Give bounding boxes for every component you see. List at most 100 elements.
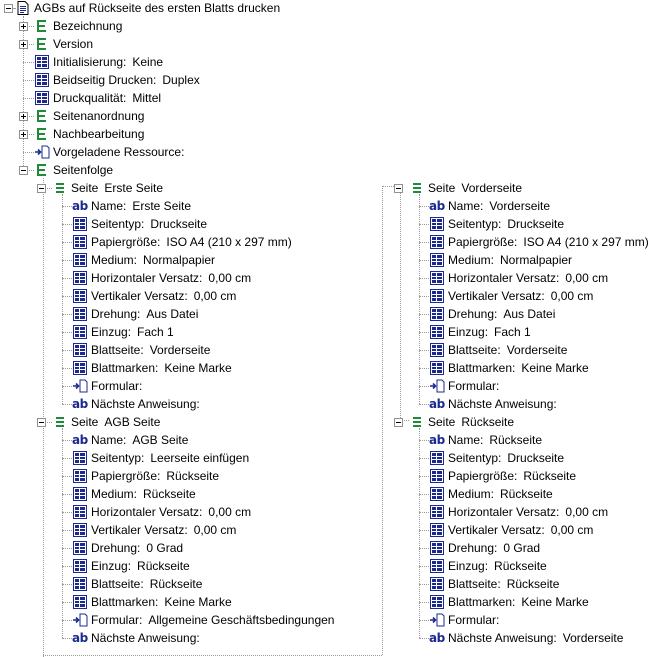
page-1-property-seitentyp[interactable]: Seitentyp: Druckseite xyxy=(72,216,207,232)
tree-node-seitenanordnung[interactable]: Seitenanordnung xyxy=(34,108,144,124)
page-3-property-nächsteanweisung[interactable]: ab Nächste Anweisung: xyxy=(429,396,557,412)
page-2-property-seitentyp[interactable]: Seitentyp: Leerseite einfügen xyxy=(72,450,249,466)
node-value: AGB Seite xyxy=(132,433,189,447)
collapse-button[interactable] xyxy=(394,184,403,193)
property-grid-icon xyxy=(429,594,445,610)
property-grid-icon xyxy=(72,576,88,592)
page-3-property-blattseite[interactable]: Blattseite: Vorderseite xyxy=(429,342,567,358)
page-1-property-vertikalerversatz[interactable]: Vertikaler Versatz: 0,00 cm xyxy=(72,288,236,304)
tree-connector xyxy=(62,350,72,351)
page-4-property-formular[interactable]: Formular: xyxy=(429,612,499,628)
page-2-property-nächsteanweisung[interactable]: ab Nächste Anweisung: xyxy=(72,630,200,646)
collapse-button[interactable] xyxy=(37,418,46,427)
node-value: Keine Marke xyxy=(521,361,589,375)
property-grid-icon xyxy=(429,486,445,502)
tree-connector xyxy=(62,530,72,531)
page-4-property-vertikalerversatz[interactable]: Vertikaler Versatz: 0,00 cm xyxy=(429,522,593,538)
page-1-property-blattmarken[interactable]: Blattmarken: Keine Marke xyxy=(72,360,232,376)
page-4-property-nächsteanweisung[interactable]: ab Nächste Anweisung: Vorderseite xyxy=(429,630,623,646)
page-3-property-papiergröße[interactable]: Papiergröße: ISO A4 (210 x 297 mm) xyxy=(429,234,649,250)
tree-connector xyxy=(62,332,72,333)
node-label: Horizontaler Versatz: xyxy=(448,271,560,285)
page-3-property-vertikalerversatz[interactable]: Vertikaler Versatz: 0,00 cm xyxy=(429,288,593,304)
expand-button[interactable] xyxy=(19,40,28,49)
page-1-property-medium[interactable]: Medium: Normalpapier xyxy=(72,252,215,268)
expand-button[interactable] xyxy=(19,130,28,139)
page-2-property-vertikalerversatz[interactable]: Vertikaler Versatz: 0,00 cm xyxy=(72,522,236,538)
page-4-property-seitentyp[interactable]: Seitentyp: Druckseite xyxy=(429,450,564,466)
property-grid-icon xyxy=(429,252,445,268)
tree-connector xyxy=(419,638,429,639)
node-label: Vertikaler Versatz: xyxy=(91,289,188,303)
page-3-property-blattmarken[interactable]: Blattmarken: Keine Marke xyxy=(429,360,589,376)
node-value: Vorderseite xyxy=(149,343,211,357)
resource-link-icon xyxy=(72,378,88,394)
property-grid-icon xyxy=(72,234,88,250)
page-3-property-formular[interactable]: Formular: xyxy=(429,378,499,394)
node-label: Blattmarken: xyxy=(91,595,159,609)
node-value: Keine Marke xyxy=(164,361,232,375)
node-value: Erste Seite xyxy=(132,199,192,213)
page-2-property-einzug[interactable]: Einzug: Rückseite xyxy=(72,558,190,574)
page-4-property-blattseite[interactable]: Blattseite: Rückseite xyxy=(429,576,559,592)
page-1-property-formular[interactable]: Formular: xyxy=(72,378,142,394)
collapse-button[interactable] xyxy=(4,4,13,13)
page-2-property-drehung[interactable]: Drehung: 0 Grad xyxy=(72,540,183,556)
node-label: Blattmarken: xyxy=(91,361,159,375)
collapse-button[interactable] xyxy=(37,184,46,193)
tree-node-initialisierung[interactable]: Initialisierung: Keine xyxy=(34,54,163,70)
page-1-property-drehung[interactable]: Drehung: Aus Datei xyxy=(72,306,198,322)
tree-connector xyxy=(419,242,429,243)
page-3-property-horizontalerversatz[interactable]: Horizontaler Versatz: 0,00 cm xyxy=(429,270,608,286)
tree-root-node[interactable]: AGBs auf Rückseite des ersten Blatts dru… xyxy=(15,0,280,16)
tree-connector xyxy=(62,296,72,297)
property-grid-icon xyxy=(34,54,50,70)
node-label: Blattmarken: xyxy=(448,361,516,375)
page-2-property-formular[interactable]: Formular: Allgemeine Geschäftsbedingungen xyxy=(72,612,334,628)
page-1-property-blattseite[interactable]: Blattseite: Vorderseite xyxy=(72,342,210,358)
page-4-property-name[interactable]: ab Name: Rückseite xyxy=(429,432,542,448)
collapse-button[interactable] xyxy=(19,166,28,175)
page-node-1[interactable]: Seite Erste Seite xyxy=(52,180,163,196)
page-1-property-einzug[interactable]: Einzug: Fach 1 xyxy=(72,324,174,340)
page-4-property-horizontalerversatz[interactable]: Horizontaler Versatz: 0,00 cm xyxy=(429,504,608,520)
page-4-property-papiergröße[interactable]: Papiergröße: Rückseite xyxy=(429,468,576,484)
tree-node-bezeichnung[interactable]: Bezeichnung xyxy=(34,18,122,34)
property-grid-icon xyxy=(72,360,88,376)
tree-connector xyxy=(419,296,429,297)
node-value: Keine Marke xyxy=(521,595,589,609)
page-1-property-horizontalerversatz[interactable]: Horizontaler Versatz: 0,00 cm xyxy=(72,270,251,286)
page-4-property-einzug[interactable]: Einzug: Rückseite xyxy=(429,558,547,574)
property-grid-icon xyxy=(34,90,50,106)
expand-button[interactable] xyxy=(19,112,28,121)
tree-node-beidseitigdrucken[interactable]: Beidseitig Drucken: Duplex xyxy=(34,72,200,88)
page-4-property-medium[interactable]: Medium: Rückseite xyxy=(429,486,553,502)
page-3-property-einzug[interactable]: Einzug: Fach 1 xyxy=(429,324,531,340)
page-3-property-drehung[interactable]: Drehung: Aus Datei xyxy=(429,306,555,322)
expand-button[interactable] xyxy=(19,22,28,31)
page-2-property-name[interactable]: ab Name: AGB Seite xyxy=(72,432,188,448)
tree-node-vorgeladeneressource[interactable]: Vorgeladene Ressource: xyxy=(34,144,184,160)
tree-node-nachbearbeitung[interactable]: Nachbearbeitung xyxy=(34,126,144,142)
page-3-property-medium[interactable]: Medium: Normalpapier xyxy=(429,252,572,268)
node-value: Aus Datei xyxy=(503,307,556,321)
page-3-property-seitentyp[interactable]: Seitentyp: Druckseite xyxy=(429,216,564,232)
page-2-property-horizontalerversatz[interactable]: Horizontaler Versatz: 0,00 cm xyxy=(72,504,251,520)
page-2-property-blattmarken[interactable]: Blattmarken: Keine Marke xyxy=(72,594,232,610)
collapse-button[interactable] xyxy=(394,418,403,427)
page-2-property-blattseite[interactable]: Blattseite: Rückseite xyxy=(72,576,202,592)
page-node-4[interactable]: Seite Rückseite xyxy=(409,414,514,430)
page-node-2[interactable]: Seite AGB Seite xyxy=(52,414,160,430)
page-2-property-papiergröße[interactable]: Papiergröße: Rückseite xyxy=(72,468,219,484)
page-1-property-nächsteanweisung[interactable]: ab Nächste Anweisung: xyxy=(72,396,200,412)
page-2-property-medium[interactable]: Medium: Rückseite xyxy=(72,486,196,502)
tree-node-version[interactable]: Version xyxy=(34,36,93,52)
page-1-property-name[interactable]: ab Name: Erste Seite xyxy=(72,198,191,214)
page-4-property-blattmarken[interactable]: Blattmarken: Keine Marke xyxy=(429,594,589,610)
page-3-property-name[interactable]: ab Name: Vorderseite xyxy=(429,198,550,214)
page-node-3[interactable]: Seite Vorderseite xyxy=(409,180,522,196)
tree-node-seitenfolge[interactable]: Seitenfolge xyxy=(34,162,113,178)
page-4-property-drehung[interactable]: Drehung: 0 Grad xyxy=(429,540,540,556)
tree-node-druckqualität[interactable]: Druckqualität: Mittel xyxy=(34,90,161,106)
page-1-property-papiergröße[interactable]: Papiergröße: ISO A4 (210 x 297 mm) xyxy=(72,234,292,250)
